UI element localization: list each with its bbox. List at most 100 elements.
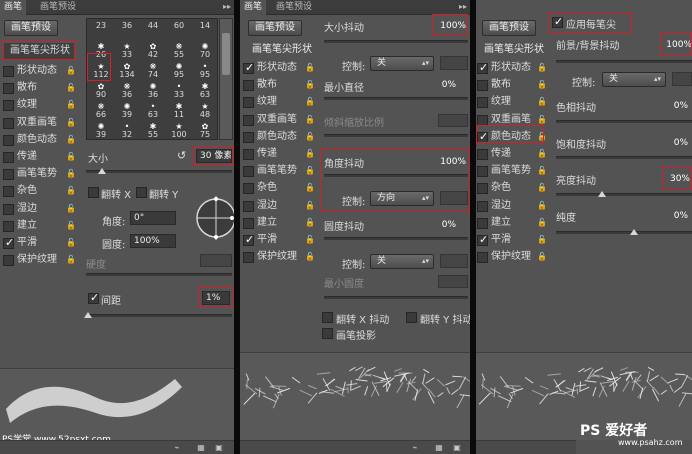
brush-tip-cell[interactable]: ❋ 36 [115, 82, 139, 99]
lock-icon[interactable]: 🔓 [305, 183, 315, 192]
brush-tip-cell[interactable]: ✺ 36 [141, 82, 165, 99]
sidebar-checkbox[interactable] [3, 117, 14, 129]
brush-tip-cell[interactable]: ❋ 74 [141, 62, 165, 79]
brush-projection-checkbox[interactable] [322, 328, 333, 339]
brush-tip-cell[interactable]: ★ 100 [167, 122, 191, 139]
sidebar-checkbox[interactable] [477, 200, 488, 212]
brush-tip-cell[interactable]: ★ 33 [115, 42, 139, 59]
spacing-slider-track[interactable] [86, 314, 232, 317]
sidebar-item-label[interactable]: 湿边 [17, 201, 37, 217]
lock-icon[interactable]: 🔓 [66, 238, 76, 247]
sidebar-item-label[interactable]: 传递 [17, 149, 37, 165]
lock-icon[interactable]: 🔓 [305, 63, 315, 72]
angle-jitter-value[interactable]: 100% [436, 157, 466, 167]
control-select-3[interactable]: 关 ▴▾ [370, 254, 434, 269]
brush-presets-button[interactable]: 画笔预设 [248, 20, 302, 36]
brush-tip-cell[interactable]: ✺ 39 [89, 122, 113, 139]
sidebar-item-label[interactable]: 形状动态 [257, 60, 297, 76]
sidebar-item-label[interactable]: 保护纹理 [17, 252, 57, 268]
brush-tip-cell[interactable]: ★ 112 [89, 62, 113, 79]
brush-presets-button[interactable]: 画笔预设 [482, 20, 536, 36]
tab-brush[interactable]: 画笔 [0, 0, 27, 15]
brush-tip-cell[interactable]: ✺ 39 [115, 102, 139, 119]
sidebar-item-label[interactable]: 散布 [17, 80, 37, 96]
scrollbar-thumb[interactable] [222, 33, 230, 75]
lock-icon[interactable]: 🔓 [305, 166, 315, 175]
roundness-jitter-track[interactable] [324, 237, 468, 240]
brush-tip-cell[interactable]: ✺ 95 [167, 62, 191, 79]
brush-presets-button[interactable]: 画笔预设 [4, 20, 58, 36]
sidebar-checkbox[interactable] [477, 97, 488, 109]
sidebar-checkbox[interactable] [243, 114, 254, 126]
sidebar-checkbox[interactable] [243, 252, 254, 264]
lock-icon[interactable]: 🔓 [305, 252, 315, 261]
brush-tip-cell[interactable]: ★ 48 [193, 102, 217, 119]
brush-tip-cell[interactable]: ❋ 55 [167, 42, 191, 59]
fg-bg-jitter-value[interactable]: 100% [664, 40, 692, 50]
sidebar-item-label[interactable]: 建立 [17, 218, 37, 234]
lock-icon[interactable]: 🔓 [66, 152, 76, 161]
brush-tip-cell[interactable]: • 95 [193, 62, 217, 79]
sidebar-checkbox[interactable] [477, 61, 488, 74]
sidebar-checkbox[interactable] [243, 97, 254, 109]
lock-icon[interactable]: 🔓 [305, 115, 315, 124]
sidebar-item-label[interactable]: 平滑 [17, 235, 37, 251]
sidebar-checkbox[interactable] [3, 100, 14, 112]
sidebar-checkbox[interactable] [243, 217, 254, 229]
lock-icon[interactable]: 🔓 [66, 100, 76, 109]
lock-icon[interactable]: 🔓 [66, 135, 76, 144]
brush-tip-cell[interactable]: • 33 [167, 82, 191, 99]
lock-icon[interactable]: 🔓 [537, 166, 547, 175]
brightness-jitter-thumb[interactable] [598, 191, 606, 197]
sidebar-item-label[interactable]: 颜色动态 [257, 129, 297, 145]
lock-icon[interactable]: 🔓 [305, 97, 315, 106]
flip-x-jitter-checkbox[interactable] [322, 312, 333, 323]
lock-icon[interactable]: 🔓 [537, 252, 547, 261]
brush-tip-cell[interactable]: ✱ 55 [141, 122, 165, 139]
control-select-1[interactable]: 关 ▴▾ [370, 56, 434, 71]
brush-tip-cell[interactable]: ✿ 90 [89, 82, 113, 99]
sidebar-item-label[interactable]: 双重画笔 [257, 112, 297, 128]
saturation-jitter-track[interactable] [556, 156, 692, 159]
brush-tip-cell[interactable]: ✿ 134 [115, 62, 139, 79]
sidebar-item-label[interactable]: 画笔笔势 [257, 163, 297, 179]
lock-icon[interactable]: 🔓 [537, 80, 547, 89]
size-value[interactable]: 30 像素 [196, 149, 232, 163]
brush-tip-cell[interactable]: ✿ 42 [141, 42, 165, 59]
sidebar-checkbox[interactable] [477, 233, 488, 246]
grid-icon[interactable]: ▦ [196, 443, 206, 453]
sidebar-item-label[interactable]: 保护纹理 [257, 249, 297, 265]
lock-icon[interactable]: 🔓 [537, 97, 547, 106]
lock-icon[interactable]: 🔓 [305, 218, 315, 227]
lock-icon[interactable]: 🔓 [66, 66, 76, 75]
toggle-preview-icon[interactable]: ⌁ [172, 443, 182, 453]
sidebar-checkbox[interactable] [243, 131, 254, 143]
sidebar-item-label[interactable]: 传递 [257, 146, 277, 162]
angle-jitter-track[interactable] [324, 174, 468, 177]
spacing-input[interactable]: 1% [202, 291, 230, 305]
size-jitter-track[interactable] [324, 40, 468, 43]
brush-tip-cell[interactable]: ❋ 66 [89, 102, 113, 119]
brush-tip-cell[interactable]: ✱ 11 [167, 102, 191, 119]
lock-icon[interactable]: 🔓 [537, 201, 547, 210]
sidebar-item-label[interactable]: 湿边 [257, 198, 277, 214]
sidebar-item-label[interactable]: 形状动态 [491, 60, 531, 76]
lock-icon[interactable]: 🔓 [537, 235, 547, 244]
lock-icon[interactable]: 🔓 [66, 169, 76, 178]
sidebar-checkbox[interactable] [3, 203, 14, 215]
sidebar-checkbox[interactable] [243, 61, 254, 74]
spacing-slider-thumb[interactable] [84, 312, 92, 318]
sidebar-checkbox[interactable] [3, 255, 14, 267]
lock-icon[interactable]: 🔓 [537, 149, 547, 158]
saturation-jitter-value[interactable]: 0% [670, 138, 688, 148]
brush-tip-cell[interactable]: ✿ 75 [193, 122, 217, 139]
sidebar-item-label[interactable]: 双重画笔 [17, 115, 57, 131]
flip-x-checkbox[interactable] [88, 187, 99, 198]
grid-icon[interactable]: ▦ [434, 443, 444, 453]
lock-icon[interactable]: 🔓 [305, 132, 315, 141]
sidebar-item-label[interactable]: 画笔笔势 [491, 163, 531, 179]
sidebar-checkbox[interactable] [243, 80, 254, 92]
spacing-checkbox[interactable] [88, 291, 99, 304]
purity-thumb[interactable] [630, 229, 638, 235]
sidebar-checkbox[interactable] [477, 149, 488, 160]
